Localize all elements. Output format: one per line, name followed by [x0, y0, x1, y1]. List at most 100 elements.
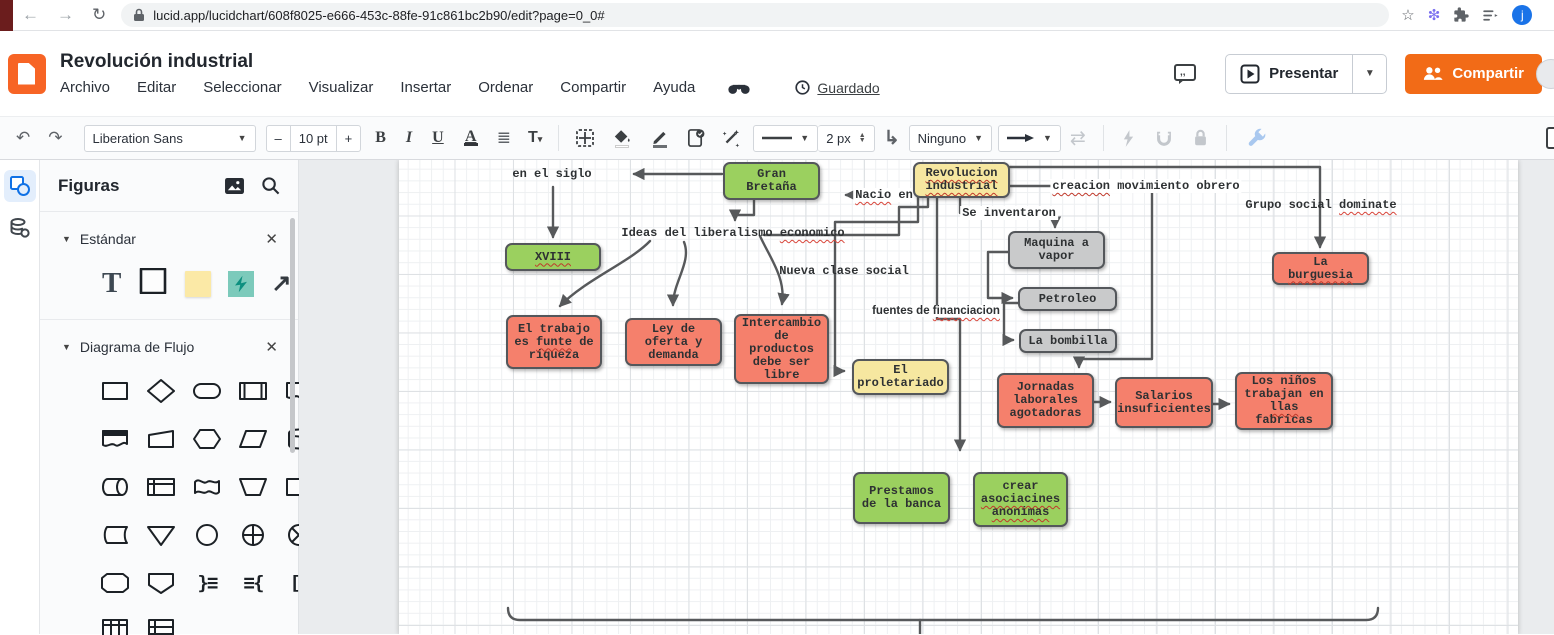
reading-list-icon[interactable]	[1482, 8, 1499, 23]
table-icon[interactable]	[575, 128, 595, 148]
magnetize-icon[interactable]	[1155, 129, 1173, 147]
edge-label-ideas-liberalismo[interactable]: Ideas del liberalismo economico	[621, 226, 844, 240]
edge-label-nacio-en[interactable]: Nacio en	[853, 188, 915, 202]
shape-manual-operation[interactable]	[238, 474, 268, 505]
font-family-select[interactable]: Liberation Sans ▼	[83, 124, 256, 152]
shape-display[interactable]	[100, 570, 130, 601]
font-size-value[interactable]: 10 pt	[290, 124, 336, 152]
shape-brace-right[interactable]: }≡	[192, 570, 222, 601]
shape-off-page-connector[interactable]	[146, 570, 176, 601]
edge-label-grupo-social[interactable]: Grupo social dominate	[1245, 198, 1396, 212]
line-start-select[interactable]: Ninguno ▼	[908, 124, 992, 152]
diagram-canvas[interactable]: Gran Bretaña Revolucion industrial XVIII El t…	[299, 160, 1554, 634]
node-intercambio[interactable]: Intercambio de productos debe ser libre	[734, 314, 829, 384]
panel-toggle-partial[interactable]	[1546, 127, 1554, 149]
shape-document-shaded[interactable]	[100, 426, 130, 457]
shape-text[interactable]: T	[102, 269, 121, 298]
shape-direct-access-storage[interactable]	[100, 474, 130, 505]
shape-decision[interactable]	[146, 378, 176, 409]
shape-preparation[interactable]	[192, 426, 222, 457]
node-crear-asociaciones[interactable]: crear asociacines anonimas	[973, 472, 1068, 527]
lucidchart-logo[interactable]	[8, 53, 46, 94]
menu-archivo[interactable]: Archivo	[60, 79, 110, 96]
document-title[interactable]: Revolución industrial	[60, 51, 880, 73]
shape-paper-tape[interactable]	[192, 474, 222, 505]
bookmark-star-icon[interactable]: ☆	[1401, 6, 1414, 24]
shape-sticky-note[interactable]	[185, 270, 212, 297]
image-icon[interactable]	[224, 177, 245, 195]
edge-label-creacion-movimiento[interactable]: creacion movimiento obrero	[1050, 179, 1242, 193]
menu-ordenar[interactable]: Ordenar	[478, 79, 533, 96]
shape-grid-rows[interactable]	[146, 618, 176, 635]
node-salarios[interactable]: Salarios insuficientes	[1115, 377, 1213, 428]
connector-elbow-icon[interactable]: ↳	[884, 127, 900, 150]
node-gran-bretana[interactable]: Gran Bretaña	[723, 162, 820, 200]
text-align-icon[interactable]: ≣	[497, 128, 511, 148]
shape-brace-left[interactable]: ≡{	[238, 570, 268, 601]
node-el-proletariado[interactable]: El proletariado	[852, 359, 949, 395]
hotspot-lightning-icon[interactable]	[1122, 129, 1135, 148]
close-section-icon[interactable]: ✕	[265, 230, 278, 248]
shape-internal-storage[interactable]	[146, 474, 176, 505]
node-xviii[interactable]: XVIII	[505, 243, 601, 271]
node-el-trabajo[interactable]: El trabajo es funte de riqueza	[506, 315, 602, 369]
fill-color-button[interactable]	[613, 129, 631, 148]
node-los-ninos[interactable]: Los niños trabajan en llas fabricas	[1235, 372, 1333, 430]
comment-icon[interactable]: ,,	[1173, 62, 1197, 86]
edge-label-nueva-clase-social[interactable]: Nueva clase social	[779, 264, 909, 278]
shape-stored-data[interactable]	[100, 522, 130, 553]
menu-seleccionar[interactable]: Seleccionar	[203, 79, 281, 96]
node-jornadas[interactable]: Jornadas laborales agotadoras	[997, 373, 1094, 428]
underline-button[interactable]: U	[432, 129, 444, 147]
line-style-select[interactable]: ▼	[753, 124, 819, 152]
redo-icon[interactable]: ↷	[48, 128, 62, 148]
shape-predefined-process[interactable]	[238, 378, 268, 409]
menu-insertar[interactable]: Insertar	[400, 79, 451, 96]
collapse-triangle-icon[interactable]: ▼	[62, 342, 71, 352]
magic-wand-icon[interactable]	[721, 128, 741, 148]
text-options-button[interactable]: T▾	[528, 129, 542, 147]
node-prestamos[interactable]: Prestamos de la banca	[853, 472, 950, 524]
node-ley-oferta[interactable]: Ley de oferta y demanda	[625, 318, 722, 366]
share-button[interactable]: Compartir	[1405, 53, 1542, 94]
edge-label-fuentes-financiacion[interactable]: fuentes de financiacion	[870, 305, 1002, 317]
binoculars-icon[interactable]	[728, 81, 750, 95]
menu-visualizar[interactable]: Visualizar	[309, 79, 374, 96]
shapes-panel-tab[interactable]	[3, 170, 36, 202]
panel-scrollbar[interactable]	[290, 218, 295, 453]
reload-icon[interactable]: ↻	[92, 5, 106, 25]
shape-arrow-northeast[interactable]: ↗	[271, 270, 291, 297]
back-icon[interactable]: ←	[22, 5, 39, 25]
swap-endpoints-icon[interactable]: ⇄	[1070, 127, 1086, 150]
node-petroleo[interactable]: Petroleo	[1018, 287, 1117, 311]
shape-merge[interactable]	[146, 522, 176, 553]
shape-process[interactable]	[100, 378, 130, 409]
italic-button[interactable]: I	[406, 129, 412, 147]
text-color-button[interactable]: A	[463, 128, 478, 146]
search-icon[interactable]	[261, 176, 280, 195]
node-la-bombilla[interactable]: La bombilla	[1019, 329, 1117, 353]
extension-snowflake-icon[interactable]: ❇	[1428, 6, 1441, 24]
shape-lightning-tile[interactable]	[228, 270, 255, 297]
node-revolucion-industrial[interactable]: Revolucion industrial	[913, 162, 1010, 198]
profile-avatar[interactable]: j	[1512, 5, 1533, 25]
shape-data[interactable]	[238, 426, 268, 457]
forward-icon[interactable]: →	[57, 5, 74, 25]
data-linking-tab[interactable]	[4, 212, 36, 244]
shape-rectangle[interactable]	[138, 267, 168, 299]
edge-label-en-el-siglo[interactable]: en el siglo	[512, 167, 591, 181]
font-size-increase[interactable]: +	[335, 124, 362, 152]
node-la-burguesia[interactable]: La burguesia	[1272, 252, 1369, 285]
line-width-stepper[interactable]: 2 px ▲ ▼	[818, 124, 875, 152]
shape-connector[interactable]	[192, 522, 222, 553]
shape-terminator[interactable]	[192, 378, 222, 409]
shape-grid-columns[interactable]	[100, 618, 130, 635]
lock-icon[interactable]	[1193, 129, 1208, 147]
saved-status[interactable]: Guardado	[795, 80, 880, 96]
undo-icon[interactable]: ↶	[16, 128, 30, 148]
edge-label-se-inventaron[interactable]: Se inventaron	[960, 206, 1058, 220]
menu-editar[interactable]: Editar	[137, 79, 176, 96]
present-dropdown[interactable]: ▼	[1352, 54, 1386, 93]
node-maquina-vapor[interactable]: Maquina a vapor	[1008, 231, 1105, 269]
present-button[interactable]: Presentar	[1226, 64, 1352, 84]
